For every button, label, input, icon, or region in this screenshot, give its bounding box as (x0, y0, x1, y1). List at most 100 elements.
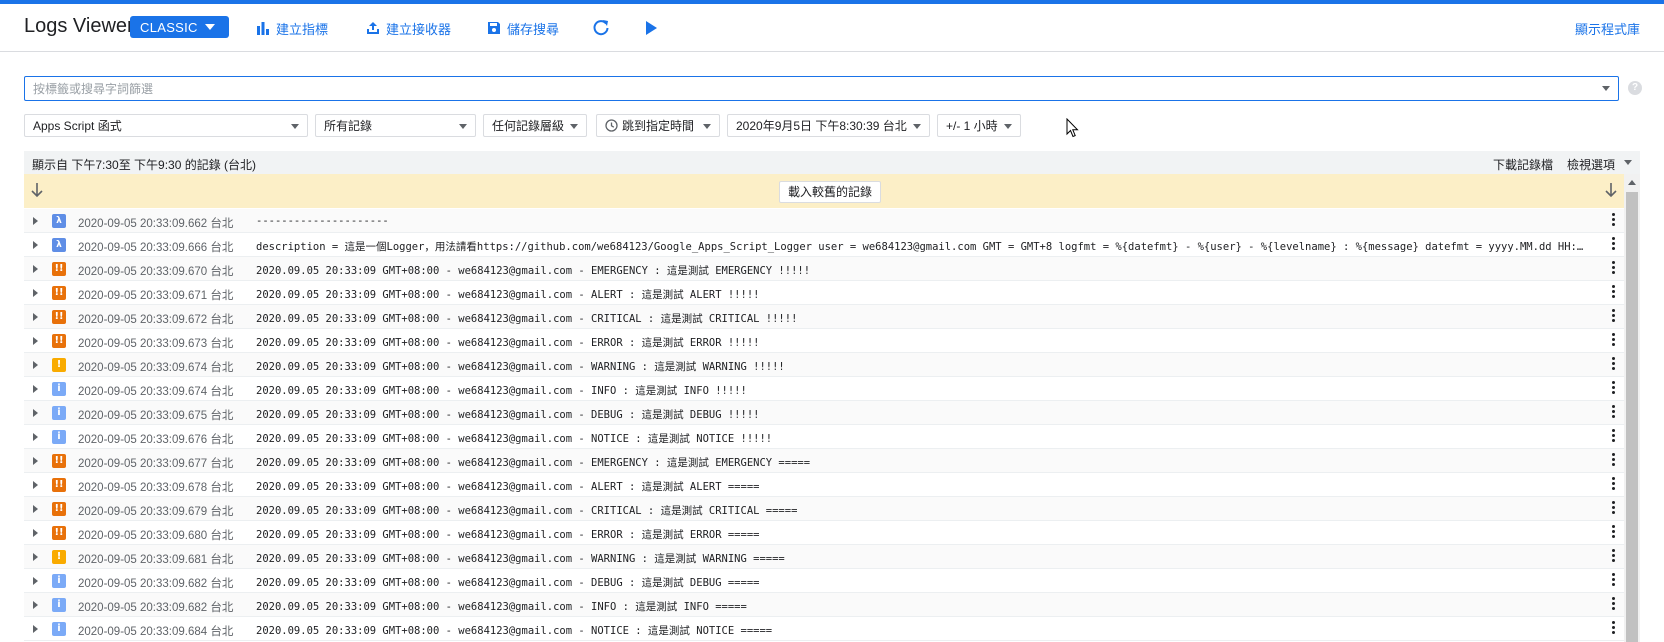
log-timestamp: 2020-09-05 20:33:09.671 台北 (78, 290, 234, 302)
create-metric-button[interactable]: 建立指標 (256, 18, 328, 38)
stream-logs-button[interactable] (644, 18, 664, 38)
chevron-down-icon[interactable] (1624, 160, 1632, 165)
more-vert-icon[interactable] (1612, 381, 1616, 396)
log-entry-row[interactable]: !! 2020-09-05 20:33:09.679 台北 2020.09.05 2… (24, 497, 1624, 521)
more-vert-icon[interactable] (1612, 309, 1616, 324)
log-entry-row[interactable]: λ 2020-09-05 20:33:09.666 台北 description =… (24, 233, 1624, 257)
log-message: 2020.09.05 20:33:09 GMT+08:00 - we684123… (256, 385, 747, 397)
log-entry-row[interactable]: i 2020-09-05 20:33:09.682 台北 2020.09.05 20… (24, 593, 1624, 617)
expand-caret-icon[interactable] (33, 433, 38, 441)
jump-to-time-select[interactable]: 跳到指定時間 (596, 114, 720, 137)
log-message: 2020.09.05 20:33:09 GMT+08:00 - we684123… (256, 289, 760, 301)
severity-error-icon: !! (52, 502, 66, 516)
more-vert-icon[interactable] (1612, 597, 1616, 612)
more-vert-icon[interactable] (1612, 405, 1616, 420)
log-timestamp: 2020-09-05 20:33:09.662 台北 (78, 218, 234, 230)
scrollbar-thumb[interactable] (1626, 192, 1638, 642)
expand-caret-icon[interactable] (33, 241, 38, 249)
log-scrollbar[interactable] (1624, 174, 1640, 642)
more-vert-icon[interactable] (1612, 261, 1616, 276)
severity-warning-icon: ! (52, 358, 66, 372)
more-vert-icon[interactable] (1612, 621, 1616, 636)
expand-caret-icon[interactable] (33, 529, 38, 537)
log-entry-row[interactable]: !! 2020-09-05 20:33:09.670 台北 2020.09.05 2… (24, 257, 1624, 281)
expand-caret-icon[interactable] (33, 265, 38, 273)
log-entry-row[interactable]: !! 2020-09-05 20:33:09.673 台北 2020.09.05 2… (24, 329, 1624, 353)
log-entry-row[interactable]: i 2020-09-05 20:33:09.674 台北 2020.09.05 20… (24, 377, 1624, 401)
more-vert-icon[interactable] (1612, 525, 1616, 540)
create-sink-button[interactable]: 建立接收器 (366, 18, 451, 38)
log-entry-row[interactable]: i 2020-09-05 20:33:09.684 台北 2020.09.05 20… (24, 617, 1624, 641)
search-field[interactable] (24, 76, 1619, 101)
log-entry-row[interactable]: !! 2020-09-05 20:33:09.672 台北 2020.09.05 2… (24, 305, 1624, 329)
log-entry-row[interactable]: i 2020-09-05 20:33:09.682 台北 2020.09.05 20… (24, 569, 1624, 593)
time-window-select[interactable]: +/- 1 小時 (937, 114, 1021, 137)
load-older-logs-button[interactable]: 載入較舊的記錄 (779, 181, 882, 203)
refresh-button[interactable] (592, 18, 616, 38)
expand-caret-icon[interactable] (33, 313, 38, 321)
more-vert-icon[interactable] (1612, 357, 1616, 372)
clock-icon (605, 119, 618, 132)
log-message: 2020.09.05 20:33:09 GMT+08:00 - we684123… (256, 553, 785, 565)
more-vert-icon[interactable] (1612, 453, 1616, 468)
severity-error-icon: !! (52, 286, 66, 300)
log-entry-row[interactable]: !! 2020-09-05 20:33:09.680 台北 2020.09.05 2… (24, 521, 1624, 545)
log-entry-row[interactable]: !! 2020-09-05 20:33:09.677 台北 2020.09.05 2… (24, 449, 1624, 473)
show-library-link[interactable]: 顯示程式庫 (1575, 18, 1640, 38)
log-message: --------------------- (256, 215, 389, 227)
time-range-text: 顯示自 下午7:30至 下午9:30 的記錄 (台北) (32, 158, 257, 172)
logs-select-value: 所有記錄 (324, 119, 373, 133)
expand-caret-icon[interactable] (33, 409, 38, 417)
expand-caret-icon[interactable] (33, 505, 38, 513)
scroll-up-icon[interactable] (1628, 180, 1636, 185)
help-icon[interactable]: ? (1628, 81, 1642, 95)
more-vert-icon[interactable] (1612, 501, 1616, 516)
log-entry-row[interactable]: !! 2020-09-05 20:33:09.671 台北 2020.09.05 2… (24, 281, 1624, 305)
more-vert-icon[interactable] (1612, 213, 1616, 228)
expand-caret-icon[interactable] (33, 385, 38, 393)
expand-caret-icon[interactable] (33, 625, 38, 633)
more-vert-icon[interactable] (1612, 237, 1616, 252)
more-vert-icon[interactable] (1612, 477, 1616, 492)
log-message: 2020.09.05 20:33:09 GMT+08:00 - we684123… (256, 481, 760, 493)
more-vert-icon[interactable] (1612, 573, 1616, 588)
more-vert-icon[interactable] (1612, 429, 1616, 444)
log-entry-row[interactable]: ! 2020-09-05 20:33:09.681 台北 2020.09.05 20… (24, 545, 1624, 569)
more-vert-icon[interactable] (1612, 549, 1616, 564)
log-timestamp: 2020-09-05 20:33:09.674 台北 (78, 386, 234, 398)
expand-caret-icon[interactable] (33, 457, 38, 465)
more-vert-icon[interactable] (1612, 285, 1616, 300)
expand-caret-icon[interactable] (33, 601, 38, 609)
save-search-button[interactable]: 儲存搜尋 (487, 18, 559, 38)
log-message: 2020.09.05 20:33:09 GMT+08:00 - we684123… (256, 361, 785, 373)
log-entry-row[interactable]: i 2020-09-05 20:33:09.675 台北 2020.09.05 20… (24, 401, 1624, 425)
arrow-down-icon[interactable] (30, 182, 44, 198)
expand-caret-icon[interactable] (33, 337, 38, 345)
chevron-down-icon (291, 124, 299, 129)
expand-caret-icon[interactable] (33, 553, 38, 561)
logs-select[interactable]: 所有記錄 (315, 114, 476, 137)
chevron-down-icon (703, 124, 711, 129)
severity-info-icon: i (52, 622, 66, 636)
search-input[interactable] (25, 77, 1618, 100)
resource-select[interactable]: Apps Script 函式 (24, 114, 308, 137)
more-vert-icon[interactable] (1612, 333, 1616, 348)
log-entry-row[interactable]: !! 2020-09-05 20:33:09.678 台北 2020.09.05 2… (24, 473, 1624, 497)
expand-caret-icon[interactable] (33, 481, 38, 489)
resource-select-value: Apps Script 函式 (33, 119, 122, 133)
expand-caret-icon[interactable] (33, 289, 38, 297)
download-logs-link[interactable]: 下載記錄檔 (1493, 156, 1553, 173)
classic-dropdown-button[interactable]: CLASSIC (130, 16, 229, 38)
datetime-select[interactable]: 2020年9月5日 下午8:30:39 台北 (727, 114, 930, 137)
expand-caret-icon[interactable] (33, 577, 38, 585)
log-timestamp: 2020-09-05 20:33:09.684 台北 (78, 626, 234, 638)
expand-caret-icon[interactable] (33, 361, 38, 369)
severity-select[interactable]: 任何記錄層級 (483, 114, 587, 137)
expand-caret-icon[interactable] (33, 217, 38, 225)
view-options-button[interactable]: 檢視選項 (1567, 156, 1615, 173)
chevron-down-icon[interactable] (1602, 86, 1610, 91)
log-entry-row[interactable]: ! 2020-09-05 20:33:09.674 台北 2020.09.05 20… (24, 353, 1624, 377)
log-entry-row[interactable]: λ 2020-09-05 20:33:09.662 台北 -------------… (24, 209, 1624, 233)
arrow-down-icon[interactable] (1604, 182, 1618, 198)
log-entry-row[interactable]: i 2020-09-05 20:33:09.676 台北 2020.09.05 20… (24, 425, 1624, 449)
